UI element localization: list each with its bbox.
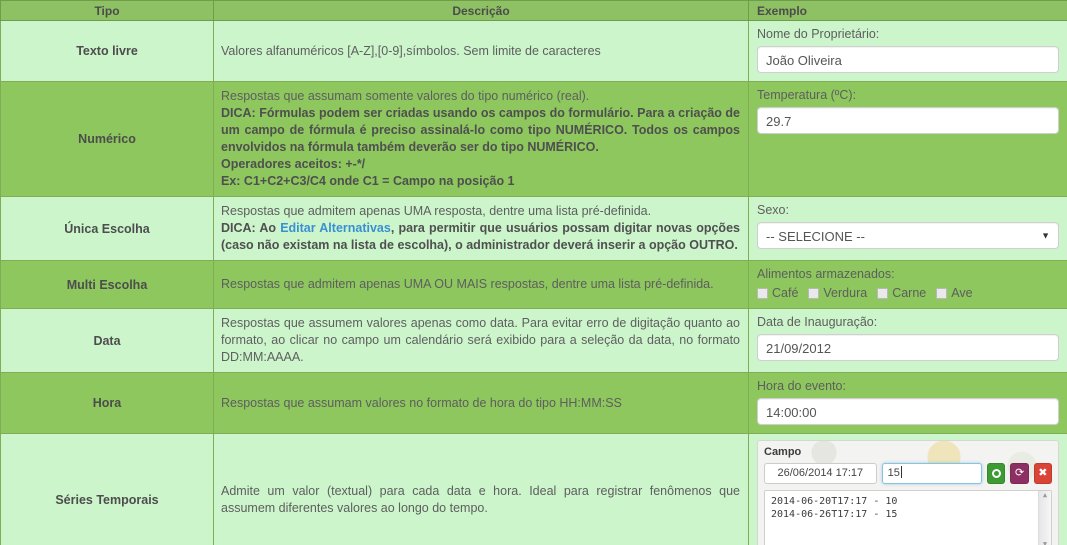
- type-name-series-temporais: Séries Temporais: [0, 433, 214, 545]
- scroll-down-icon[interactable]: ▼: [1043, 541, 1047, 545]
- refresh-button[interactable]: ⟳: [1010, 463, 1029, 484]
- table-row-unica-escolha: Única Escolha Respostas que admitem apen…: [0, 196, 1067, 261]
- table-row-texto-livre: Texto livre Valores alfanuméricos [A-Z],…: [0, 20, 1067, 82]
- field-label: Sexo:: [757, 203, 789, 217]
- description-operators: Operadores aceitos: +-*/: [221, 157, 366, 171]
- timeseries-controls: 26/06/2014 17:17 15 ⟳ ✖: [764, 463, 1053, 484]
- description-hora: Respostas que assumam valores no formato…: [213, 372, 749, 434]
- example-texto-livre: Nome do Proprietário: João Oliveira: [748, 20, 1067, 82]
- checkbox-icon[interactable]: [877, 287, 889, 299]
- description-hint-prefix: DICA: Ao: [221, 221, 281, 235]
- description-numerico: Respostas que assumam somente valores do…: [213, 81, 749, 197]
- sexo-select[interactable]: -- SELECIONE -- ▼: [757, 222, 1059, 249]
- text-caret: [900, 466, 902, 478]
- owner-name-input[interactable]: João Oliveira: [757, 46, 1059, 73]
- example-multi-escolha: Alimentos armazenados: Café Verdura Carn…: [748, 260, 1067, 309]
- table-header: Tipo Descrição Exemplo: [0, 0, 1067, 21]
- type-name-hora: Hora: [0, 372, 214, 434]
- header-row: Tipo Descrição Exemplo: [0, 0, 1067, 21]
- timeseries-datetime-input[interactable]: 26/06/2014 17:17: [764, 463, 877, 484]
- record-circle-icon: [991, 469, 1001, 478]
- delete-button[interactable]: ✖: [1033, 463, 1053, 484]
- field-label: Data de Inauguração:: [757, 315, 878, 329]
- checkbox-item[interactable]: Verdura: [808, 286, 867, 300]
- checkbox-item[interactable]: Carne: [877, 286, 926, 300]
- timeseries-value-text: 15: [887, 467, 900, 479]
- column-header-exemplo: Exemplo: [748, 0, 1067, 21]
- description-data: Respostas que assumem valores apenas com…: [213, 308, 749, 373]
- type-name-texto-livre: Texto livre: [0, 20, 214, 82]
- field-label: Temperatura (ºC):: [757, 88, 857, 102]
- example-data: Data de Inauguração: 21/09/2012: [748, 308, 1067, 373]
- checkbox-label: Carne: [892, 286, 927, 300]
- example-unica-escolha: Sexo: -- SELECIONE -- ▼: [748, 196, 1067, 261]
- column-header-descricao: Descrição: [213, 0, 749, 21]
- type-name-data: Data: [0, 308, 214, 373]
- description-series-temporais: Admite um valor (textual) para cada data…: [213, 433, 749, 545]
- description-line: Respostas que assumam valores no formato…: [221, 395, 622, 410]
- description-texto-livre: Valores alfanuméricos [A-Z],[0-9],símbol…: [213, 20, 749, 82]
- type-name-unica-escolha: Única Escolha: [0, 196, 214, 261]
- table-row-data: Data Respostas que assumem valores apena…: [0, 308, 1067, 373]
- time-input[interactable]: 14:00:00: [757, 398, 1059, 425]
- list-item: 2014-06-26T17:17 - 15: [771, 509, 898, 520]
- checkbox-icon[interactable]: [808, 287, 820, 299]
- description-example-formula: Ex: C1+C2+C3/C4 onde C1 = Campo na posiç…: [221, 174, 515, 188]
- field-types-table: Tipo Descrição Exemplo Texto livre Valor…: [0, 0, 1067, 545]
- date-input[interactable]: 21/09/2012: [757, 334, 1059, 361]
- checkbox-label: Ave: [951, 286, 973, 300]
- table-row-numerico: Numérico Respostas que assumam somente v…: [0, 81, 1067, 197]
- type-name-numerico: Numérico: [0, 81, 214, 197]
- description-line: Respostas que assumem valores apenas com…: [221, 316, 740, 364]
- table-row-series-temporais: Séries Temporais Admite um valor (textua…: [0, 433, 1067, 545]
- select-value: -- SELECIONE --: [766, 229, 865, 244]
- description-multi-escolha: Respostas que admitem apenas UMA OU MAIS…: [213, 260, 749, 309]
- checkbox-item[interactable]: Ave: [936, 286, 973, 300]
- checkbox-group: Café Verdura Carne Ave: [757, 286, 1059, 300]
- list-item: 2014-06-20T17:17 - 10: [771, 496, 898, 507]
- field-label: Alimentos armazenados:: [757, 267, 895, 281]
- type-name-multi-escolha: Multi Escolha: [0, 260, 214, 309]
- timeseries-panel-title: Campo: [764, 446, 802, 458]
- table-row-hora: Hora Respostas que assumam valores no fo…: [0, 372, 1067, 434]
- example-hora: Hora do evento: 14:00:00: [748, 372, 1067, 434]
- table-body: Texto livre Valores alfanuméricos [A-Z],…: [0, 20, 1067, 545]
- field-label: Nome do Proprietário:: [757, 27, 880, 41]
- description-hint: DICA: Fórmulas podem ser criadas usando …: [221, 106, 740, 154]
- description-line: Respostas que admitem apenas UMA respost…: [221, 204, 652, 218]
- description-unica-escolha: Respostas que admitem apenas UMA respost…: [213, 196, 749, 261]
- scroll-up-icon[interactable]: ▲: [1043, 492, 1047, 499]
- column-header-tipo: Tipo: [0, 0, 214, 21]
- field-label: Hora do evento:: [757, 379, 846, 393]
- checkbox-icon[interactable]: [757, 287, 768, 299]
- vertical-scrollbar[interactable]: ▲ ▼: [1038, 491, 1051, 545]
- timeseries-entries-list[interactable]: 2014-06-20T17:17 - 10 2014-06-26T17:17 -…: [764, 490, 1052, 545]
- description-line: Admite um valor (textual) para cada data…: [221, 483, 740, 515]
- checkbox-item[interactable]: Café: [757, 286, 798, 300]
- timeseries-widget: Campo 26/06/2014 17:17 15 ⟳ ✖ 2014-06-20…: [757, 440, 1059, 545]
- checkbox-icon[interactable]: [936, 287, 948, 299]
- description-line: Respostas que assumam somente valores do…: [221, 89, 590, 103]
- timeseries-value-input[interactable]: 15: [881, 463, 983, 484]
- description-line: Valores alfanuméricos [A-Z],[0-9],símbol…: [221, 43, 601, 58]
- example-series-temporais: Campo 26/06/2014 17:17 15 ⟳ ✖ 2014-06-20…: [748, 433, 1067, 545]
- table-row-multi-escolha: Multi Escolha Respostas que admitem apen…: [0, 260, 1067, 309]
- add-entry-button[interactable]: [987, 463, 1006, 484]
- temperature-input[interactable]: 29.7: [757, 107, 1059, 134]
- checkbox-label: Café: [772, 286, 799, 300]
- checkbox-label: Verdura: [823, 286, 868, 300]
- chevron-down-icon: ▼: [1041, 230, 1050, 240]
- editar-alternativas-link[interactable]: Editar Alternativas: [280, 221, 391, 235]
- example-numerico: Temperatura (ºC): 29.7: [748, 81, 1067, 197]
- description-line: Respostas que admitem apenas UMA OU MAIS…: [221, 277, 714, 291]
